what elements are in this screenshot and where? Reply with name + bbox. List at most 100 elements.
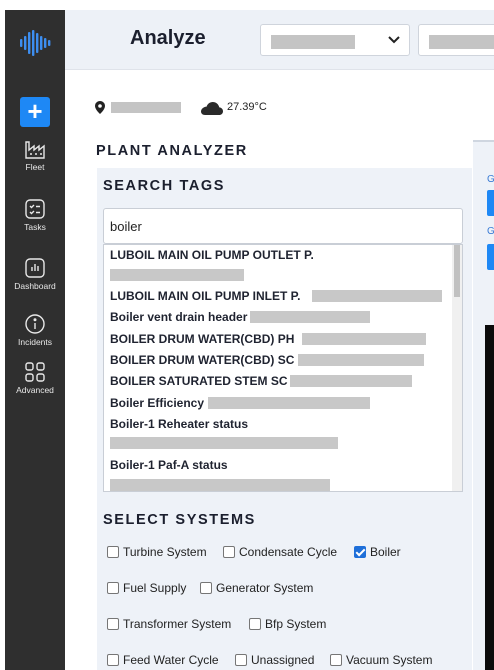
sidebar-item-label: Incidents: [17, 337, 53, 347]
redacted-value: [208, 397, 370, 409]
page-title: Analyze: [130, 27, 206, 49]
list-item[interactable]: LUBOIL MAIN OIL PUMP OUTLET P.: [110, 248, 314, 262]
sidebar-item-label: Dashboard: [14, 281, 56, 291]
option-text: BOILER DRUM WATER(CBD) SC: [110, 353, 295, 367]
system-checkbox-condensate-cycle[interactable]: Condensate Cycle: [223, 545, 337, 561]
checkbox[interactable]: [107, 654, 119, 666]
sidebar-item-label: Tasks: [24, 222, 46, 232]
sidebar-item-fleet[interactable]: Fleet: [5, 138, 65, 172]
search-tags-heading: SEARCH TAGS: [103, 178, 226, 194]
checkbox-label: Bfp System: [265, 617, 327, 631]
cloud-icon: [201, 102, 223, 115]
system-checkbox-feed-water-cycle[interactable]: Feed Water Cycle: [107, 653, 219, 669]
checkbox-label: Transformer System: [123, 617, 232, 631]
checkbox-label: Feed Water Cycle: [123, 653, 219, 667]
sidebar-item-tasks[interactable]: Tasks: [5, 198, 65, 232]
system-checkbox-generator-system[interactable]: Generator System: [200, 581, 313, 597]
list-item[interactable]: BOILER SATURATED STEM SC: [110, 374, 288, 388]
checkbox-label: Fuel Supply: [123, 581, 187, 595]
scrollbar-thumb[interactable]: [454, 245, 460, 297]
checkbox[interactable]: [200, 582, 212, 594]
checkbox[interactable]: [107, 618, 119, 630]
redacted-value: [250, 311, 370, 323]
list-item[interactable]: Boiler vent drain header: [110, 310, 247, 324]
checkbox-checked[interactable]: [354, 546, 366, 558]
plant-analyzer-heading: PLANT ANALYZER: [96, 143, 248, 159]
redacted-value: [298, 354, 424, 366]
system-checkbox-transformer-system[interactable]: Transformer System: [107, 617, 231, 633]
system-checkbox-vacuum-system[interactable]: Vacuum System: [330, 653, 432, 669]
checkbox-label: Generator System: [216, 581, 314, 595]
right-panel-label: G: [487, 226, 494, 237]
list-item[interactable]: LUBOIL MAIN OIL PUMP INLET P.: [110, 289, 300, 303]
search-results-list[interactable]: LUBOIL MAIN OIL PUMP OUTLET P. LUBOIL MA…: [103, 244, 463, 492]
checkbox-label: Turbine System: [123, 545, 207, 559]
search-tags-input[interactable]: [103, 208, 463, 244]
checkbox-label: Unassigned: [251, 653, 315, 667]
checkbox[interactable]: [235, 654, 247, 666]
redacted-value: [271, 35, 355, 49]
system-checkbox-turbine-system[interactable]: Turbine System: [107, 545, 207, 561]
redacted-value: [110, 269, 244, 281]
sidebar: + Fleet Tasks Dashboard Incidents Advanc…: [5, 10, 65, 670]
option-text: BOILER SATURATED STEM SC: [110, 374, 288, 388]
checkbox[interactable]: [107, 582, 119, 594]
checkbox[interactable]: [223, 546, 235, 558]
list-item[interactable]: Boiler-1 Reheater status: [110, 417, 248, 431]
redacted-value: [429, 35, 494, 49]
select-systems-heading: SELECT SYSTEMS: [103, 512, 256, 528]
list-item[interactable]: BOILER DRUM WATER(CBD) PH: [110, 332, 294, 346]
sidebar-item-dashboard[interactable]: Dashboard: [5, 257, 65, 291]
right-panel-button[interactable]: [487, 244, 494, 270]
option-text: Boiler-1 Paf-A status: [110, 458, 228, 472]
unit-select[interactable]: [418, 24, 494, 56]
temperature: 27.39°C: [227, 101, 267, 113]
right-panel: G G: [473, 140, 494, 670]
option-text: LUBOIL MAIN OIL PUMP INLET P.: [110, 289, 301, 303]
system-checkbox-unassigned[interactable]: Unassigned: [235, 653, 314, 669]
divider: [473, 140, 494, 142]
redacted-value: [110, 479, 330, 491]
grid-icon: [25, 362, 45, 382]
option-text: Boiler vent drain header: [110, 310, 248, 324]
info-icon: [25, 314, 45, 334]
checkbox-label: Vacuum System: [346, 653, 433, 667]
sidebar-item-label: Advanced: [16, 385, 54, 395]
checkbox[interactable]: [330, 654, 342, 666]
option-text: LUBOIL MAIN OIL PUMP OUTLET P.: [110, 248, 314, 262]
sidebar-item-incidents[interactable]: Incidents: [5, 313, 65, 347]
sidebar-item-label: Fleet: [25, 162, 45, 172]
checkbox[interactable]: [107, 546, 119, 558]
sidebar-item-advanced[interactable]: Advanced: [5, 361, 65, 395]
top-bar: Analyze: [65, 10, 494, 70]
scrollbar[interactable]: [452, 245, 462, 491]
option-text: BOILER DRUM WATER(CBD) PH: [110, 332, 295, 346]
right-panel-label: G: [487, 174, 494, 185]
right-panel-button[interactable]: [487, 190, 494, 216]
list-item[interactable]: Boiler-1 Paf-A status: [110, 458, 228, 472]
chevron-down-icon: [388, 36, 400, 44]
option-text: Boiler Efficiency: [110, 396, 205, 410]
checkbox-label: Boiler: [370, 545, 401, 559]
tasks-icon: [25, 199, 45, 219]
system-checkbox-bfp-system[interactable]: Bfp System: [249, 617, 326, 633]
list-item[interactable]: Boiler Efficiency: [110, 396, 204, 410]
redacted-value: [302, 333, 426, 345]
factory-icon: [25, 141, 45, 159]
option-text: Boiler-1 Reheater status: [110, 417, 249, 431]
redacted-value: [110, 437, 338, 449]
checkbox[interactable]: [249, 618, 261, 630]
redacted-location: [111, 102, 181, 113]
list-item[interactable]: BOILER DRUM WATER(CBD) SC: [110, 353, 294, 367]
chart-area: [485, 325, 494, 670]
dashboard-icon: [25, 258, 45, 278]
add-button[interactable]: +: [20, 97, 50, 127]
system-checkbox-fuel-supply[interactable]: Fuel Supply: [107, 581, 186, 597]
redacted-value: [290, 375, 412, 387]
soundwave-logo-icon[interactable]: [20, 30, 52, 56]
checkbox-label: Condensate Cycle: [239, 545, 338, 559]
system-checkbox-boiler[interactable]: Boiler: [354, 545, 401, 561]
plant-select[interactable]: [260, 24, 410, 56]
map-pin-icon: [95, 101, 105, 114]
redacted-value: [312, 290, 442, 302]
